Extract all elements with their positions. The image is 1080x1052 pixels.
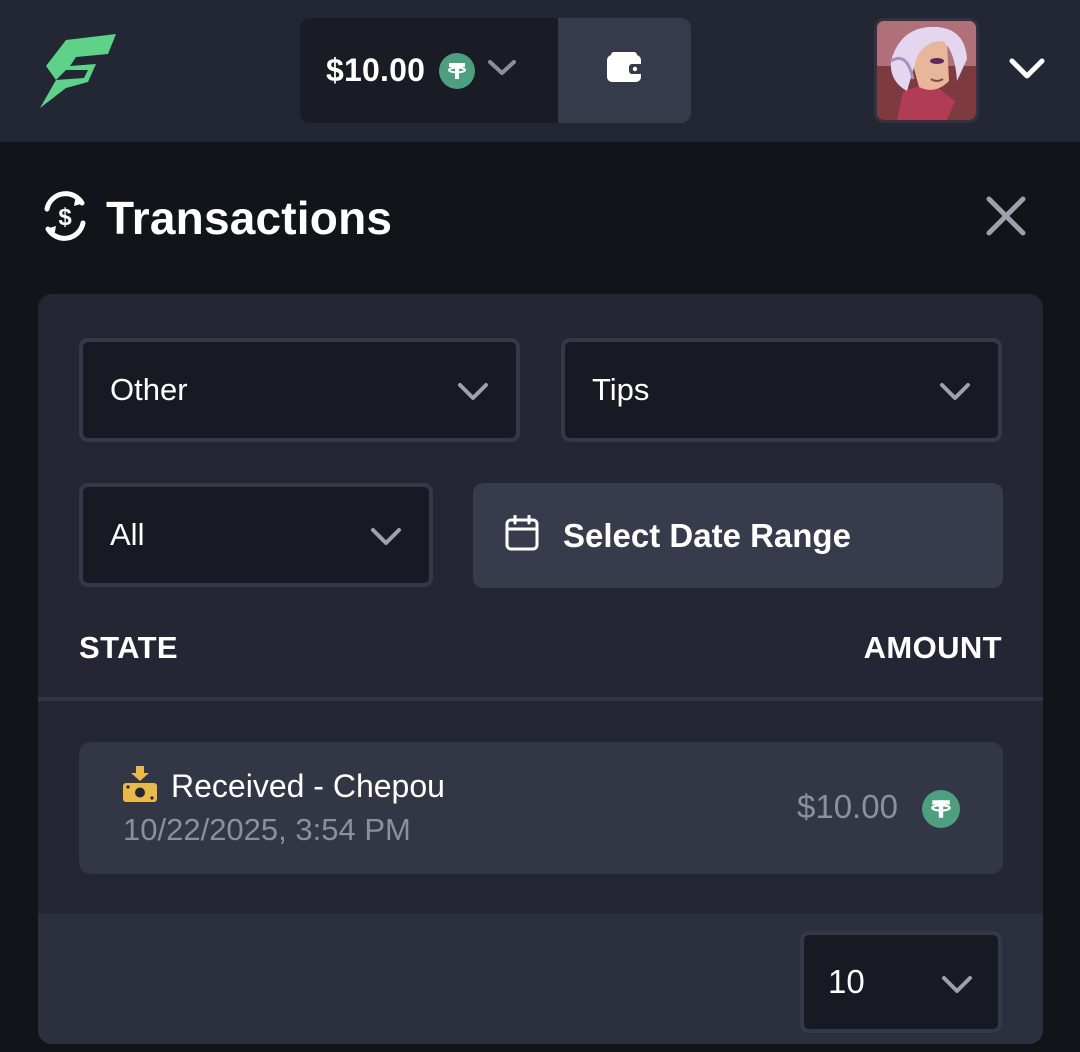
page-title: Transactions bbox=[106, 192, 393, 244]
balance-selector[interactable]: $10.00 bbox=[300, 18, 558, 123]
calendar-icon bbox=[505, 514, 539, 556]
money-received-icon bbox=[122, 766, 158, 804]
divider bbox=[38, 697, 1043, 701]
transactions-card: Other Tips All Select Date Range STATE A… bbox=[38, 294, 1043, 1044]
wallet-button[interactable] bbox=[558, 18, 691, 123]
panel-header: $ Transactions bbox=[38, 185, 392, 251]
category-select[interactable]: Other bbox=[79, 338, 520, 442]
pagination-footer: 10 bbox=[38, 914, 1043, 1044]
wallet-group: $10.00 bbox=[300, 18, 691, 123]
column-header-amount: AMOUNT bbox=[863, 630, 1002, 665]
balance-amount: $10.00 bbox=[326, 52, 426, 88]
status-select[interactable]: All bbox=[79, 483, 433, 587]
date-range-button[interactable]: Select Date Range bbox=[473, 483, 1003, 588]
chevron-down-icon bbox=[456, 376, 490, 412]
page-size-select[interactable]: 10 bbox=[800, 931, 1002, 1033]
transaction-title: Received - Chepou bbox=[171, 768, 445, 804]
chevron-down-icon bbox=[940, 967, 974, 1005]
column-header-state: STATE bbox=[79, 630, 179, 665]
chevron-down-icon bbox=[938, 376, 972, 412]
transaction-amount: $10.00 bbox=[797, 788, 898, 825]
chevron-down-icon bbox=[369, 521, 403, 557]
close-button[interactable] bbox=[980, 190, 1032, 242]
avatar[interactable] bbox=[874, 18, 979, 123]
transaction-row[interactable]: Received - Chepou 10/22/2025, 3:54 PM $1… bbox=[79, 742, 1003, 874]
brand-logo[interactable] bbox=[36, 30, 118, 110]
user-menu-chevron-down-icon[interactable] bbox=[1006, 54, 1048, 84]
page-size-value: 10 bbox=[828, 963, 865, 1000]
svg-text:$: $ bbox=[58, 204, 72, 231]
category-select-value: Other bbox=[110, 372, 188, 407]
type-select[interactable]: Tips bbox=[561, 338, 1002, 442]
transaction-date: 10/22/2025, 3:54 PM bbox=[123, 812, 411, 847]
wallet-icon bbox=[605, 51, 645, 90]
date-range-label: Select Date Range bbox=[563, 516, 851, 554]
chevron-down-icon bbox=[487, 58, 517, 83]
type-select-value: Tips bbox=[592, 372, 650, 407]
currency-exchange-icon: $ bbox=[38, 189, 92, 248]
close-icon bbox=[986, 196, 1026, 236]
status-select-value: All bbox=[110, 517, 145, 552]
tether-icon bbox=[439, 52, 476, 89]
top-bar: $10.00 bbox=[0, 0, 1080, 142]
tether-icon bbox=[922, 790, 960, 828]
